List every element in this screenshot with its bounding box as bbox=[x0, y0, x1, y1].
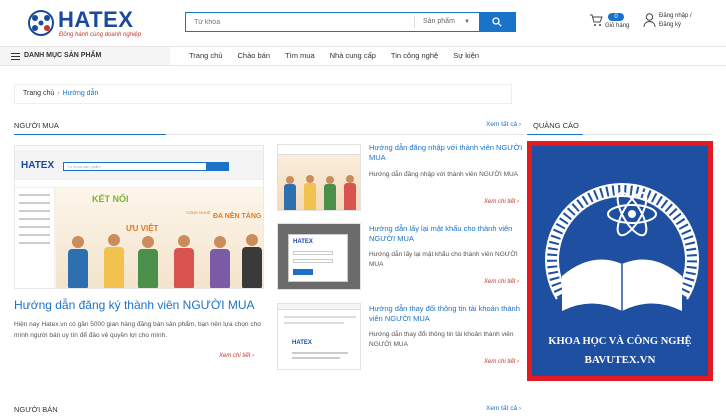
article-thumb-3[interactable]: HATEX bbox=[277, 303, 361, 370]
register-link[interactable]: Đăng ký bbox=[659, 22, 681, 28]
buyer-see-all-link[interactable]: Xem tất cả › bbox=[486, 121, 521, 128]
mock-sidebar bbox=[15, 188, 55, 288]
category-menu-button[interactable]: DANH MỤC SẢN PHẨM bbox=[0, 47, 170, 65]
science-emblem-icon bbox=[545, 183, 699, 311]
chevron-down-icon: ▼ bbox=[464, 19, 470, 25]
mock-banner: KẾT NỐI CÔNG NGHỆ ĐA NỀN TẢNG ƯU VIỆT bbox=[56, 188, 263, 288]
login-link[interactable]: Đăng nhập / bbox=[659, 13, 692, 19]
thumb-3-line bbox=[284, 322, 344, 324]
nav-item-buy[interactable]: Tìm mua bbox=[285, 47, 315, 65]
mock-logo: HATEX bbox=[21, 160, 55, 171]
search-icon bbox=[492, 17, 502, 27]
mock-search: Từ khóa sản phẩm bbox=[63, 162, 229, 171]
breadcrumb-current[interactable]: Hướng dẫn bbox=[63, 90, 99, 97]
cart-label: Giỏ hàng bbox=[605, 23, 630, 29]
search-category-value: Sản phẩm bbox=[423, 18, 455, 25]
article-desc-1: Hướng dẫn đăng nhập với thành viên NGƯỜI… bbox=[369, 171, 519, 178]
ad-line-2: BAVUTEX.VN bbox=[584, 354, 656, 366]
featured-more-label: Xem chi tiết bbox=[219, 353, 251, 359]
ads-section-title: QUẢNG CÁO bbox=[533, 121, 579, 130]
article-3-more-label: Xem chi tiết bbox=[484, 359, 516, 365]
article-title-2[interactable]: Hướng dẫn lấy lại mật khẩu cho thành viê… bbox=[369, 224, 524, 244]
thumb-3-line bbox=[292, 357, 340, 359]
breadcrumb: Trang chủ › Hướng dẫn bbox=[14, 84, 512, 104]
nav-item-suppliers[interactable]: Nhà cung cấp bbox=[330, 47, 376, 65]
thumb-3-line bbox=[292, 352, 348, 354]
nav-item-events[interactable]: Sự kiện bbox=[453, 47, 479, 65]
thumb-2-submit bbox=[293, 269, 313, 275]
banner-headline-1: KẾT NỐI bbox=[92, 194, 129, 204]
article-desc-2: Hướng dẫn lấy lại mật khẩu cho thành viê… bbox=[369, 251, 518, 268]
nav-item-home[interactable]: Trang chủ bbox=[189, 47, 223, 65]
banner-headline-3: ĐA NỀN TẢNG bbox=[213, 213, 262, 220]
breadcrumb-home[interactable]: Trang chủ bbox=[23, 90, 54, 97]
article-desc-3: Hướng dẫn thay đổi thông tin tài khoản t… bbox=[369, 331, 514, 348]
article-more-link-2[interactable]: Xem chi tiết › bbox=[484, 279, 519, 285]
featured-article-desc: Hiện nay Hatex.vn có gần 5000 gian hàng … bbox=[14, 321, 261, 339]
search-category-select[interactable]: Sản phẩm ▼ bbox=[414, 16, 474, 28]
account-menu[interactable]: Đăng nhập / Đăng ký bbox=[643, 12, 723, 34]
nav-item-sell[interactable]: Chào bán bbox=[238, 47, 271, 65]
logo[interactable]: HATEX Đồng hành cùng doanh nghiệp bbox=[26, 6, 166, 40]
user-icon bbox=[643, 13, 656, 28]
ad-banner[interactable]: KHOA HỌC VÀ CÔNG NGHỆ BAVUTEX.VN bbox=[527, 141, 713, 381]
article-thumb-2[interactable]: HATEX bbox=[277, 223, 361, 290]
featured-article-title[interactable]: Hướng dẫn đăng ký thành viên NGƯỜI MUA bbox=[14, 298, 255, 312]
hamburger-icon bbox=[11, 53, 20, 60]
article-thumb-1[interactable] bbox=[277, 144, 361, 211]
ad-banner-inner: KHOA HỌC VÀ CÔNG NGHỆ BAVUTEX.VN bbox=[532, 146, 708, 376]
thumb-2-dialog: HATEX bbox=[288, 234, 348, 282]
seller-section-title: NGƯỜI BÁN bbox=[14, 405, 58, 414]
article-title-3[interactable]: Hướng dẫn thay đổi thông tin tài khoản t… bbox=[369, 304, 524, 324]
article-more-link-3[interactable]: Xem chi tiết › bbox=[484, 359, 519, 365]
search-button[interactable] bbox=[479, 13, 515, 31]
article-title-1[interactable]: Hướng dẫn đăng nhập với thành viên NGƯỜI… bbox=[369, 143, 524, 163]
featured-article-more-link[interactable]: Xem chi tiết › bbox=[219, 353, 254, 359]
thumb-2-field bbox=[293, 251, 333, 255]
search-bar: Sản phẩm ▼ bbox=[185, 12, 516, 32]
ad-line-1: KHOA HỌC VÀ CÔNG NGHỆ bbox=[548, 336, 692, 347]
mock-search-button bbox=[206, 163, 228, 170]
thumb-2-dialog-logo: HATEX bbox=[293, 239, 313, 245]
buyer-section-divider bbox=[14, 134, 524, 135]
article-2-more-label: Xem chi tiết bbox=[484, 279, 516, 285]
mock-search-placeholder: Từ khóa sản phẩm bbox=[67, 164, 101, 169]
seller-see-all-link[interactable]: Xem tất cả › bbox=[486, 405, 521, 412]
breadcrumb-separator-icon: › bbox=[57, 90, 60, 97]
mock-topbar bbox=[15, 146, 263, 152]
thumb-3-topbar bbox=[278, 304, 360, 310]
mock-nav bbox=[15, 179, 263, 188]
banner-headline-2: CÔNG NGHỆ bbox=[186, 210, 211, 215]
article-more-link-1[interactable]: Xem chi tiết › bbox=[484, 199, 519, 205]
nav-item-tech-news[interactable]: Tin công nghệ bbox=[391, 47, 438, 65]
featured-article-image[interactable]: HATEX Từ khóa sản phẩm KẾT NỐI CÔNG NGHỆ… bbox=[14, 145, 264, 289]
category-menu-label: DANH MỤC SẢN PHẨM bbox=[24, 52, 102, 59]
search-input[interactable] bbox=[186, 13, 414, 31]
logo-text: HATEX bbox=[58, 7, 134, 32]
thumb-3-logo: HATEX bbox=[292, 340, 312, 346]
main-navbar: DANH MỤC SẢN PHẨM Trang chủ Chào bán Tìm… bbox=[0, 46, 726, 66]
buyer-see-all-label: Xem tất cả bbox=[486, 121, 518, 128]
cart-icon bbox=[590, 14, 603, 26]
thumb-1-people-illustration bbox=[284, 175, 356, 210]
thumb-1-topbar bbox=[278, 145, 360, 155]
thumb-3-line bbox=[284, 316, 356, 318]
thumb-2-field bbox=[293, 259, 333, 263]
buyer-section-title: NGƯỜI MUA bbox=[14, 121, 59, 130]
nav-menu: Trang chủ Chào bán Tìm mua Nhà cung cấp … bbox=[189, 47, 494, 65]
article-1-more-label: Xem chi tiết bbox=[484, 199, 516, 205]
logo-mark-icon bbox=[28, 10, 54, 36]
site-header: HATEX Đồng hành cùng doanh nghiệp Sản ph… bbox=[0, 0, 726, 46]
cart-button[interactable]: 0 Giỏ hàng bbox=[589, 12, 639, 34]
cart-count-badge: 0 bbox=[608, 13, 624, 21]
people-illustration bbox=[68, 234, 262, 288]
seller-see-all-label: Xem tất cả bbox=[486, 405, 518, 412]
logo-tagline: Đồng hành cùng doanh nghiệp bbox=[59, 32, 142, 38]
ads-section-divider bbox=[527, 134, 713, 135]
